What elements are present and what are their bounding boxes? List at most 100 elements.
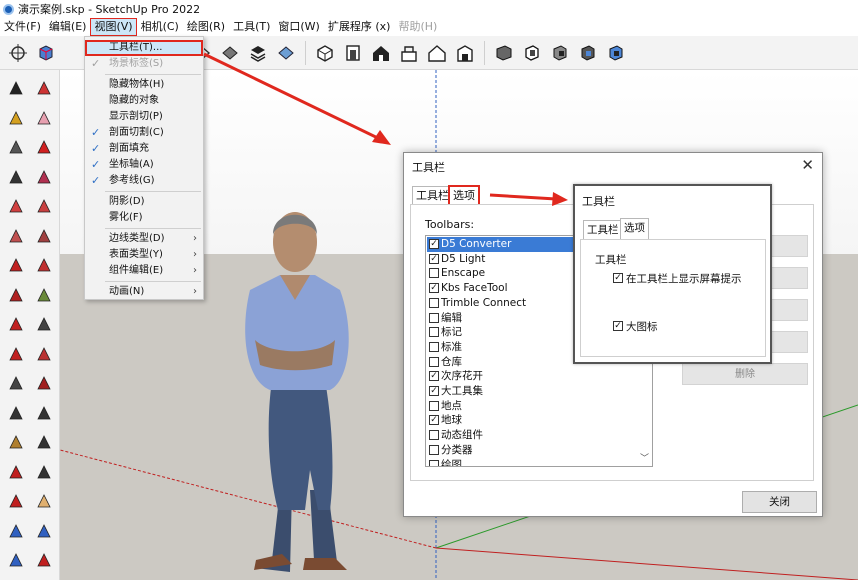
- rotated-rect-icon[interactable]: [32, 194, 56, 218]
- checkbox[interactable]: ✓: [429, 386, 439, 396]
- chevron-down-icon[interactable]: ﹀: [640, 451, 649, 464]
- view-menu-fog[interactable]: 雾化(F): [85, 210, 203, 226]
- rotate-icon[interactable]: [4, 342, 28, 366]
- follow-me-icon[interactable]: [32, 342, 56, 366]
- checkbox[interactable]: [429, 444, 439, 455]
- circle-icon[interactable]: [4, 224, 28, 248]
- checkbox[interactable]: [429, 430, 439, 441]
- axes-icon[interactable]: [4, 460, 28, 484]
- arc-icon[interactable]: [4, 253, 28, 277]
- checkbox[interactable]: [429, 341, 439, 352]
- checkbox[interactable]: ✓: [429, 415, 439, 426]
- toolbar-list-item[interactable]: 绘图: [427, 458, 652, 466]
- protractor-icon[interactable]: [4, 430, 28, 454]
- left-view-icon[interactable]: [453, 41, 477, 65]
- pencil-icon[interactable]: [32, 135, 56, 159]
- section-color-icon[interactable]: [604, 41, 628, 65]
- line-icon[interactable]: [4, 165, 28, 189]
- pie-2-icon[interactable]: [32, 283, 56, 307]
- front-view-icon[interactable]: [369, 41, 393, 65]
- toolbar-list-item[interactable]: 地点: [427, 399, 652, 414]
- checkbox[interactable]: [429, 400, 439, 411]
- close-button[interactable]: 关闭: [742, 491, 817, 513]
- orbit-icon[interactable]: [6, 41, 30, 65]
- view-menu-section-fill[interactable]: ✓ 剖面填充: [85, 141, 203, 157]
- view-menu-section-planes[interactable]: 显示剖切(P): [85, 109, 203, 125]
- close-icon[interactable]: ✕: [801, 156, 814, 174]
- pie-icon[interactable]: [4, 283, 28, 307]
- component-icon[interactable]: [34, 41, 58, 65]
- menu-window[interactable]: 窗口(W): [274, 18, 323, 36]
- section-display-icon[interactable]: [548, 41, 572, 65]
- menu-edit[interactable]: 编辑(E): [45, 18, 91, 36]
- view-menu-scene-tabs[interactable]: ✓ 场景标签(S): [85, 56, 203, 72]
- offset-icon[interactable]: [32, 371, 56, 395]
- zoom-icon[interactable]: [4, 519, 28, 543]
- back-view-icon[interactable]: [425, 41, 449, 65]
- pan-icon[interactable]: [32, 489, 56, 513]
- layers-icon[interactable]: [246, 41, 270, 65]
- select-icon[interactable]: [4, 76, 28, 100]
- view-menu-axes[interactable]: ✓ 坐标轴(A): [85, 157, 203, 173]
- tape-measure-icon[interactable]: [4, 135, 28, 159]
- checkbox[interactable]: [429, 459, 439, 466]
- menu-help[interactable]: 帮助(H): [394, 18, 441, 36]
- view-menu-toolbars[interactable]: 工具栏(T)...: [85, 40, 203, 56]
- checkbox[interactable]: [429, 268, 439, 279]
- polygon-icon[interactable]: [32, 224, 56, 248]
- arc-2pt-icon[interactable]: [32, 253, 56, 277]
- section-plane-icon[interactable]: [492, 41, 516, 65]
- view-menu-edge-style[interactable]: 边线类型(D) ›: [85, 231, 203, 247]
- rectangle-icon[interactable]: [4, 194, 28, 218]
- tab-options[interactable]: 选项: [448, 185, 480, 206]
- checkbox[interactable]: ✓: [613, 321, 623, 331]
- large-icons-option[interactable]: ✓ 大图标: [613, 319, 658, 334]
- freehand-icon[interactable]: [32, 165, 56, 189]
- push-pull-icon[interactable]: [32, 312, 56, 336]
- shape-filled-icon[interactable]: [218, 41, 242, 65]
- section-fill-icon[interactable]: [576, 41, 600, 65]
- menu-view[interactable]: 视图(V): [90, 18, 137, 36]
- inset-tab-options[interactable]: 选项: [620, 218, 649, 239]
- zoom-window-icon[interactable]: [32, 519, 56, 543]
- screentips-option[interactable]: ✓ 在工具栏上显示屏幕提示: [613, 271, 742, 286]
- view-menu-hidden-geometry[interactable]: 隐藏物体(H): [85, 77, 203, 93]
- view-menu-hidden-objects[interactable]: 隐藏的对象: [85, 93, 203, 109]
- checkbox[interactable]: ✓: [429, 283, 439, 294]
- toolbar-list-item[interactable]: 分类器: [427, 443, 652, 458]
- 3d-text-icon[interactable]: [32, 460, 56, 484]
- menu-extensions[interactable]: 扩展程序 (x): [324, 18, 395, 36]
- right-view-icon[interactable]: [397, 41, 421, 65]
- view-menu-component-edit[interactable]: 组件编辑(E) ›: [85, 263, 203, 279]
- view-menu-face-style[interactable]: 表面类型(Y) ›: [85, 247, 203, 263]
- zoom-extents-icon[interactable]: [4, 548, 28, 572]
- shaded-box-icon[interactable]: [274, 41, 298, 65]
- inset-tab-toolbars[interactable]: 工具栏: [583, 220, 623, 239]
- menu-draw[interactable]: 绘图(R): [183, 18, 229, 36]
- dimension-icon[interactable]: [32, 401, 56, 425]
- checkbox[interactable]: ✓: [429, 253, 439, 264]
- toolbar-list-item[interactable]: ✓ 大工具集: [427, 384, 652, 399]
- checkbox[interactable]: [429, 327, 439, 338]
- text-icon[interactable]: [32, 430, 56, 454]
- orbit-icon[interactable]: [4, 489, 28, 513]
- toolbar-list-item[interactable]: 动态组件: [427, 428, 652, 443]
- eraser-icon[interactable]: [32, 106, 56, 130]
- delete-toolbar-button[interactable]: 删除: [682, 363, 808, 385]
- tape-icon[interactable]: [4, 401, 28, 425]
- checkbox[interactable]: ✓: [613, 273, 623, 283]
- checkbox[interactable]: ✓: [429, 239, 439, 249]
- paint-icon[interactable]: [4, 106, 28, 130]
- tab-toolbars[interactable]: 工具栏: [412, 186, 453, 205]
- checkbox[interactable]: [429, 297, 439, 308]
- top-view-icon[interactable]: [341, 41, 365, 65]
- view-menu-shadows[interactable]: 阴影(D): [85, 194, 203, 210]
- checkbox[interactable]: [429, 312, 439, 323]
- toolbar-list-item[interactable]: ✓ 次序花开: [427, 369, 652, 384]
- view-menu-guides[interactable]: ✓ 参考线(G): [85, 173, 203, 189]
- rotate-orbit-icon[interactable]: [32, 76, 56, 100]
- section-cut-icon[interactable]: [520, 41, 544, 65]
- menu-tools[interactable]: 工具(T): [229, 18, 274, 36]
- walk-icon[interactable]: [32, 548, 56, 572]
- checkbox[interactable]: [429, 356, 439, 367]
